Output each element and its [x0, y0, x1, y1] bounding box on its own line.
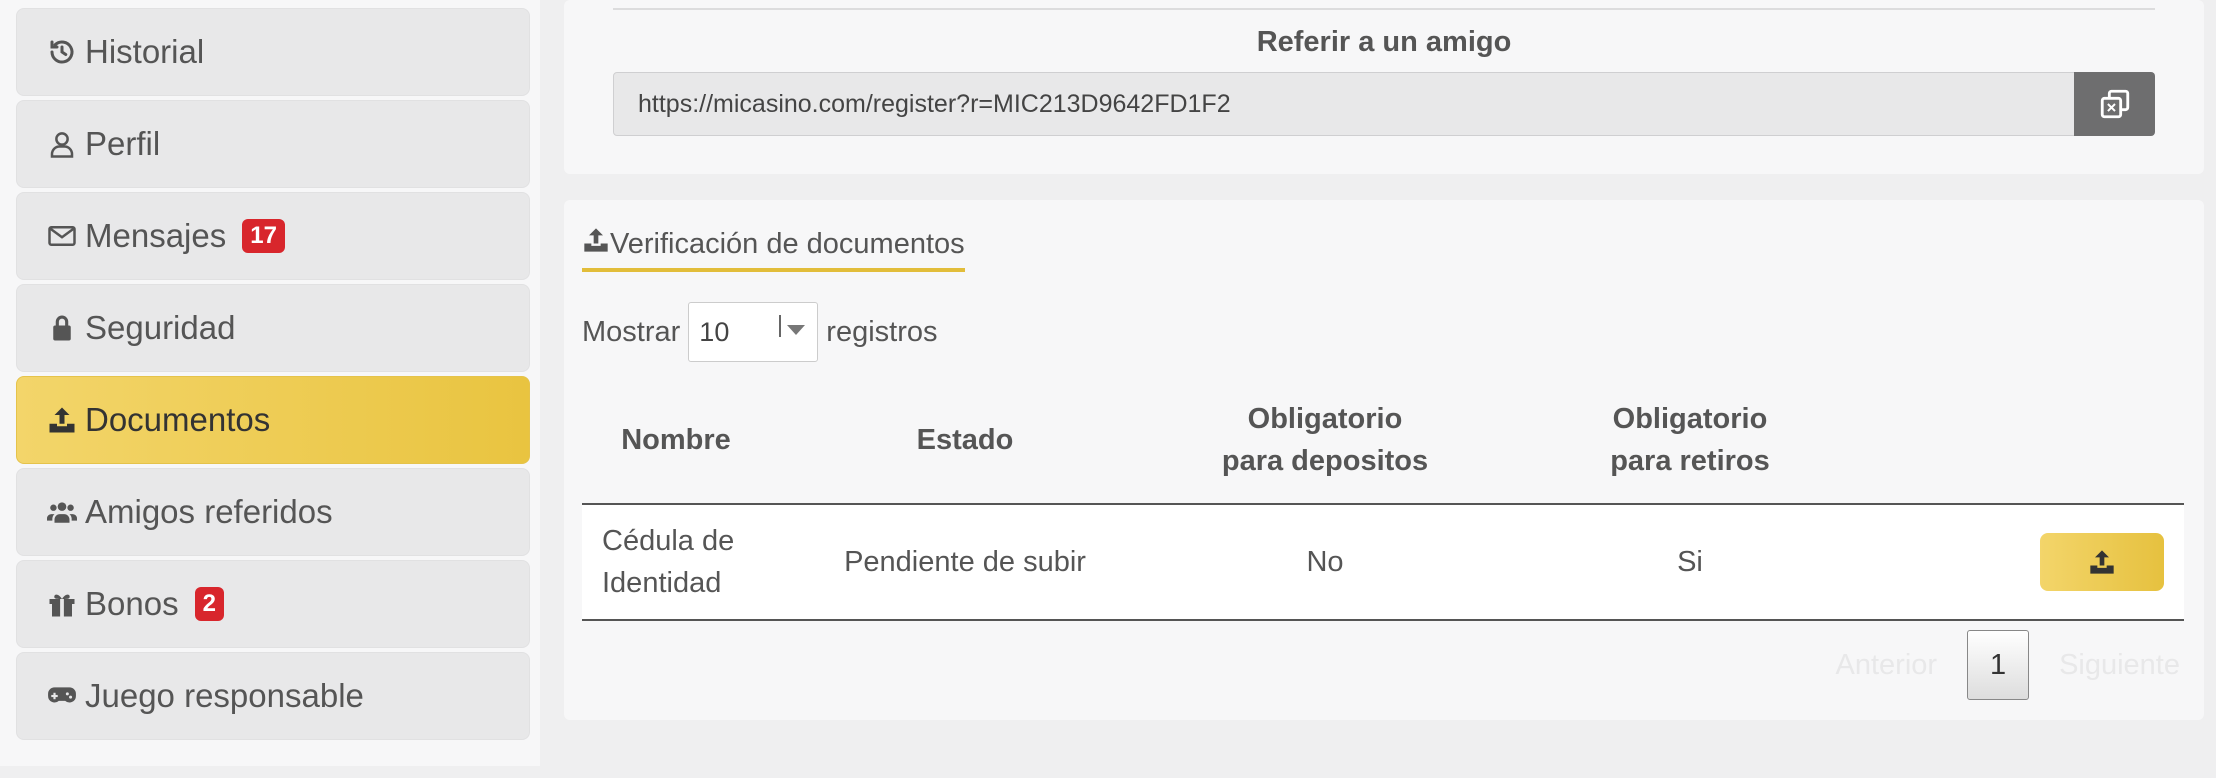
sidebar-item-mensajes[interactable]: Mensajes 17	[16, 192, 530, 280]
sidebar-item-historial[interactable]: Historial	[16, 8, 530, 96]
envelope-icon	[45, 219, 79, 253]
documents-table: Nombre Estado Obligatorio para depositos…	[582, 376, 2184, 621]
show-prefix-label: Mostrar	[582, 315, 681, 348]
tab-label: Verificación de documentos	[610, 227, 965, 260]
show-suffix-label: registros	[826, 315, 938, 348]
chevron-down-icon	[787, 325, 806, 335]
sidebar-item-amigos-referidos[interactable]: Amigos referidos	[16, 468, 530, 556]
sidebar-item-juego-responsable[interactable]: Juego responsable	[16, 652, 530, 740]
sidebar-item-perfil[interactable]: Perfil	[16, 100, 530, 188]
sidebar-item-label: Documentos	[85, 401, 271, 438]
cell-nombre: Cédula de Identidad	[582, 504, 770, 621]
gamepad-icon	[45, 679, 79, 713]
column-header-retiros[interactable]: Obligatorio para retiros	[1490, 376, 1890, 505]
cell-estado: Pendiente de subir	[770, 504, 1160, 621]
select-separator	[779, 315, 782, 337]
divider	[613, 8, 2155, 10]
sidebar-item-seguridad[interactable]: Seguridad	[16, 284, 530, 372]
column-header-actions	[1890, 376, 2184, 505]
copy-link-button[interactable]	[2074, 72, 2155, 136]
cell-actions	[1890, 504, 2184, 621]
upload-icon	[2090, 550, 2114, 574]
documents-card: Verificación de documentos Mostrar 10 re…	[564, 200, 2204, 720]
column-header-estado[interactable]: Estado	[770, 376, 1160, 505]
page-size-control: Mostrar 10 registros	[582, 302, 938, 362]
page-size-value: 10	[699, 317, 730, 347]
cell-retiros: Si	[1490, 504, 1890, 621]
upload-icon	[45, 403, 79, 437]
user-icon	[45, 127, 79, 161]
lock-icon	[45, 311, 79, 345]
column-header-nombre[interactable]: Nombre	[582, 376, 770, 505]
copy-icon	[2100, 89, 2129, 119]
pagination: Anterior 1 Siguiente	[1836, 630, 2180, 700]
sidebar-item-label: Bonos	[85, 585, 179, 622]
column-header-depositos[interactable]: Obligatorio para depositos	[1160, 376, 1490, 505]
gift-icon	[45, 587, 79, 621]
history-icon	[45, 35, 79, 69]
sidebar-item-label: Juego responsable	[85, 677, 364, 714]
unread-messages-badge: 17	[242, 219, 285, 253]
tab-verificacion-documentos[interactable]: Verificación de documentos	[582, 220, 965, 272]
referral-url-input[interactable]	[613, 72, 2075, 136]
sidebar-item-label: Seguridad	[85, 309, 236, 346]
sidebar-item-label: Mensajes	[85, 217, 227, 254]
pagination-page-1[interactable]: 1	[1967, 630, 2030, 700]
users-icon	[45, 495, 79, 529]
pagination-prev[interactable]: Anterior	[1836, 649, 1938, 682]
bonus-count-badge: 2	[194, 587, 224, 621]
upload-document-button[interactable]	[2040, 533, 2164, 591]
referral-card: Referir a un amigo	[564, 0, 2204, 174]
sidebar: Historial Perfil Mensajes 17 Seguridad D…	[0, 0, 540, 766]
sidebar-item-bonos[interactable]: Bonos 2	[16, 560, 530, 648]
sidebar-item-label: Historial	[85, 33, 205, 70]
sidebar-item-documentos[interactable]: Documentos	[16, 376, 530, 464]
cell-depositos: No	[1160, 504, 1490, 621]
pagination-next[interactable]: Siguiente	[2059, 649, 2180, 682]
sidebar-item-label: Amigos referidos	[85, 493, 333, 530]
page-size-select[interactable]: 10	[688, 302, 819, 362]
referral-title: Referir a un amigo	[1256, 26, 1512, 58]
upload-icon	[582, 226, 610, 262]
sidebar-item-label: Perfil	[85, 125, 161, 162]
table-header-row: Nombre Estado Obligatorio para depositos…	[582, 376, 2184, 505]
table-row: Cédula de Identidad Pendiente de subir N…	[582, 504, 2184, 621]
